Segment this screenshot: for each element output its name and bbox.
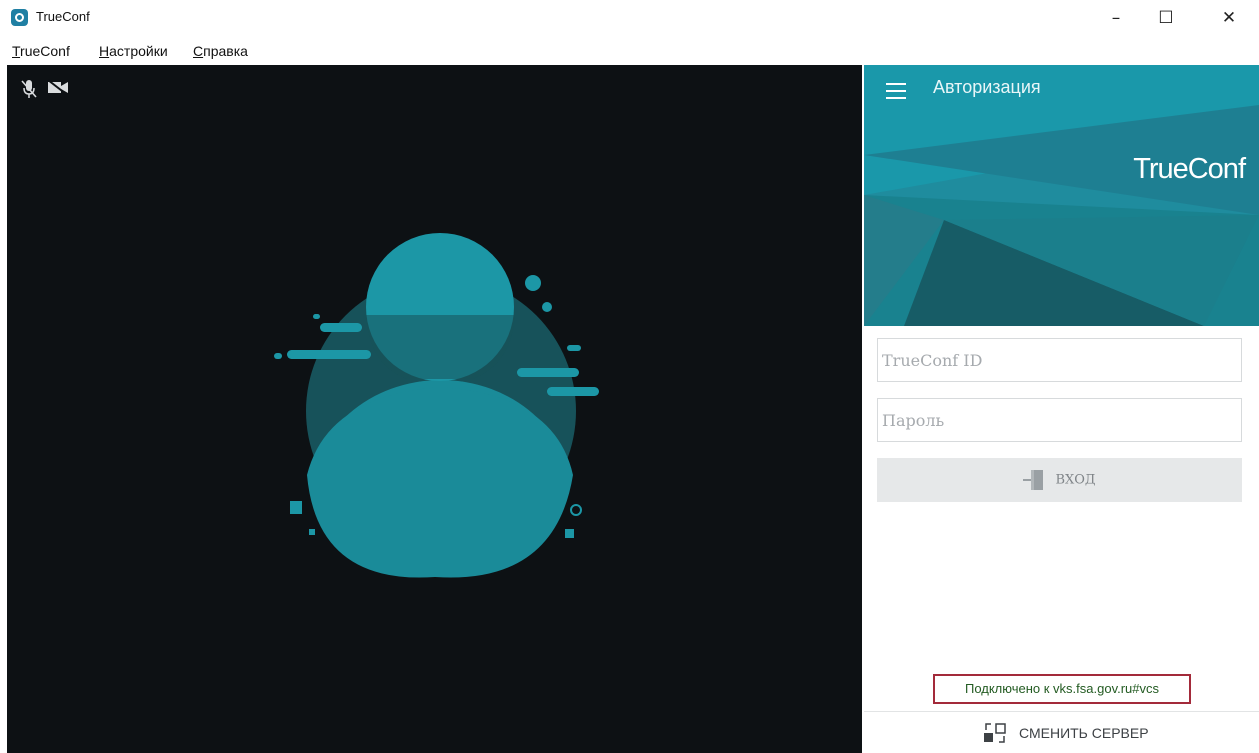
- window-title: TrueConf: [36, 9, 90, 24]
- hamburger-menu-icon[interactable]: [886, 83, 906, 99]
- menu-settings[interactable]: Настройки: [99, 43, 168, 59]
- menu-trueconf[interactable]: TrueConf: [12, 43, 70, 59]
- login-button[interactable]: ВХОД: [877, 458, 1242, 502]
- trueconf-logo-icon: [11, 9, 28, 26]
- banner-background: [864, 65, 1259, 326]
- close-button[interactable]: ✕: [1209, 4, 1249, 32]
- menu-bar: TrueConf Настройки Справка: [0, 40, 860, 64]
- trueconf-id-input[interactable]: [877, 338, 1242, 382]
- menu-settings-mnemonic: Н: [99, 43, 110, 59]
- change-server-icon: [984, 723, 1006, 743]
- minimize-button[interactable]: –: [1096, 4, 1136, 32]
- maximize-button[interactable]: ☐: [1146, 4, 1186, 32]
- menu-help[interactable]: Справка: [193, 43, 248, 59]
- menu-help-label: правка: [203, 43, 248, 59]
- auth-banner: Авторизация TrueConf: [864, 65, 1259, 326]
- change-server-label: СМЕНИТЬ СЕРВЕР: [1019, 725, 1149, 741]
- menu-settings-label: астройки: [109, 43, 168, 59]
- connection-status: Подключено к vks.fsa.gov.ru#vcs: [933, 674, 1191, 704]
- panel-divider: [864, 711, 1259, 712]
- login-button-label: ВХОД: [1055, 472, 1096, 488]
- connection-status-text: Подключено к vks.fsa.gov.ru#vcs: [964, 681, 1160, 696]
- auth-panel: Авторизация TrueConf ВХОД Подключено к v…: [864, 65, 1259, 753]
- menu-trueconf-label: rueConf: [20, 43, 70, 59]
- title-bar: TrueConf – ☐ ✕: [0, 0, 1259, 36]
- menu-trueconf-mnemonic: T: [12, 43, 21, 59]
- auth-title: Авторизация: [933, 77, 1041, 97]
- trueconf-brand-logo: TrueConf: [1133, 153, 1246, 185]
- password-input[interactable]: [877, 398, 1242, 442]
- door-enter-icon: [1023, 470, 1044, 490]
- user-avatar-placeholder: [274, 233, 599, 578]
- video-area: [7, 65, 862, 753]
- menu-help-mnemonic: С: [193, 43, 204, 59]
